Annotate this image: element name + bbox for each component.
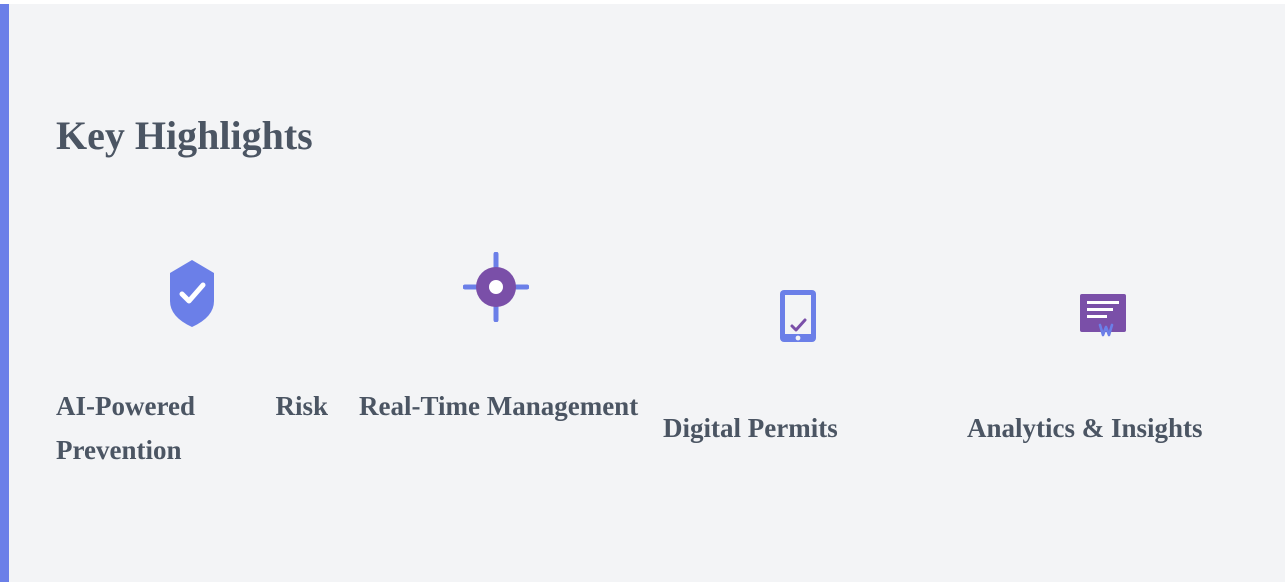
page-title: Key Highlights	[56, 113, 313, 158]
feature-label: Real-Time Management	[359, 391, 639, 421]
feature-label: Digital Permits	[663, 413, 838, 443]
crosshair-icon	[463, 252, 529, 322]
tablet-check-icon	[780, 290, 816, 342]
feature-ai-powered-risk-prevention: AI-Powered Risk Prevention	[56, 244, 336, 484]
feature-real-time-management: Real-Time Management	[359, 244, 639, 484]
feature-digital-permits: Digital Permits	[663, 244, 943, 484]
certificate-icon	[1080, 294, 1126, 337]
feature-analytics-insights: Analytics & Insights	[967, 244, 1247, 484]
feature-label: Analytics & Insights	[967, 413, 1203, 443]
accent-bar	[0, 4, 9, 582]
shield-check-icon	[170, 260, 214, 327]
feature-label: AI-Powered Risk Prevention	[56, 391, 328, 465]
key-highlights-slide: Key Highlights AI-Powered Risk Preventio…	[0, 4, 1285, 582]
